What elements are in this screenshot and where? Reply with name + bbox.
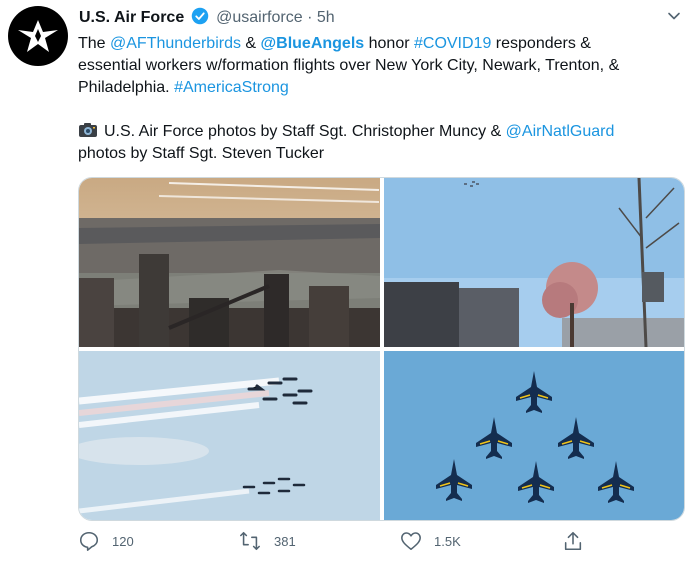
text-segment: U.S. Air Force photos by Staff Sgt. Chri… [104,123,506,140]
text-segment: & [240,35,261,52]
tweet-actions: 120 381 1.5K [78,530,683,556]
chevron-down-icon[interactable] [666,8,682,24]
tweet-line-4: U.S. Air Force photos by Staff Sgt. Chri… [78,121,683,143]
tweet: U.S. Air Force @usairforce · 5h The @AFT… [0,0,700,564]
photo-thunderbirds[interactable] [79,351,380,520]
tweet-header: U.S. Air Force @usairforce · 5h [79,7,335,31]
text-segment: Philadelphia. [78,79,175,96]
share-icon [564,531,582,551]
mention-airnatlguard[interactable]: @AirNatlGuard [506,123,615,140]
media-grid [78,177,685,521]
avatar[interactable] [8,6,68,66]
retweet-button[interactable]: 381 [238,530,296,552]
account-handle[interactable]: @usairforce [216,9,303,26]
retweet-count: 381 [274,533,296,549]
timestamp[interactable]: 5h [317,9,335,26]
hashtag-covid19[interactable]: #COVID19 [414,35,491,52]
retweet-icon [240,531,260,551]
mention-afthunderbirds[interactable]: @AFThunderbirds [110,35,241,52]
reply-count: 120 [112,533,134,549]
share-button[interactable] [562,530,596,552]
separator: · [307,9,313,26]
photo-sky-flyover[interactable] [384,178,684,347]
tweet-text: The @AFThunderbirds & @BlueAngels honor … [78,33,683,165]
text-segment: honor [364,35,414,52]
account-name[interactable]: U.S. Air Force [79,9,184,26]
verified-badge-icon [191,7,209,31]
like-count: 1.5K [434,533,461,549]
reply-button[interactable]: 120 [78,530,134,552]
tweet-line-1: The @AFThunderbirds & @BlueAngels honor … [78,33,683,55]
tweet-line-3: Philadelphia. #AmericaStrong [78,77,683,99]
photo-nyc-skyline[interactable] [79,178,380,347]
heart-icon [401,532,421,551]
hashtag-americastrong[interactable]: #AmericaStrong [174,79,289,96]
camera-icon [78,122,98,138]
photo-blue-angels[interactable] [384,351,684,520]
air-force-logo [18,20,58,52]
tweet-line-2: essential workers w/formation flights ov… [78,57,620,74]
reply-icon [79,531,99,551]
tweet-line-5: photos by Staff Sgt. Steven Tucker [78,145,325,162]
text-segment: The [78,35,111,52]
text-segment: responders & [491,35,591,52]
like-button[interactable]: 1.5K [400,530,461,552]
mention-blueangels[interactable]: @BlueAngels [261,35,365,52]
